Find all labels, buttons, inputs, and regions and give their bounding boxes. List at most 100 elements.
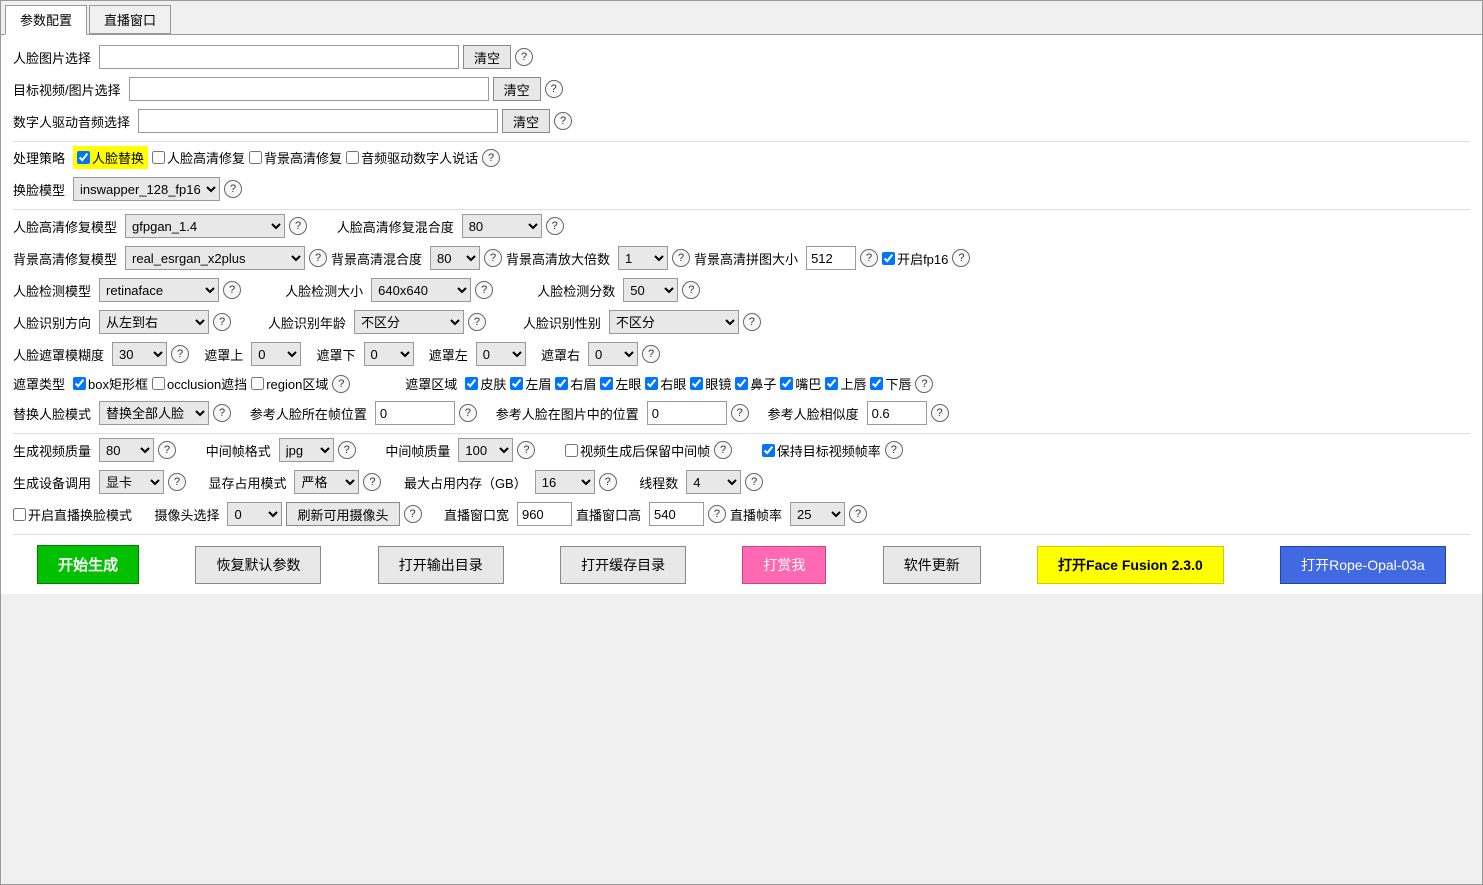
live-fps-select[interactable]: 15253060 (790, 502, 845, 526)
face-gender-select[interactable]: 不区分男女 (609, 310, 739, 334)
nose-checkbox[interactable] (735, 377, 748, 390)
upper-lip-checkbox[interactable] (825, 377, 838, 390)
skin-checkbox[interactable] (465, 377, 478, 390)
target-video-input[interactable] (129, 77, 489, 101)
mask-top-select[interactable]: 051020 (251, 342, 301, 366)
face-gender-help-icon[interactable]: ? (743, 313, 761, 331)
fp16-checkbox-label[interactable]: 开启fp16 (882, 249, 948, 268)
mid-quality-select[interactable]: 8090100 (458, 438, 513, 462)
live-swap-label[interactable]: 开启直播换脸模式 (13, 505, 132, 524)
keep-mid-frames-checkbox[interactable] (565, 444, 578, 457)
mask-right-help-icon[interactable]: ? (642, 345, 660, 363)
vram-mode-select[interactable]: 宽松正常严格 (294, 470, 359, 494)
box-checkbox[interactable] (73, 377, 86, 390)
face-hd-blend-help-icon[interactable]: ? (546, 217, 564, 235)
right-eyebrow-checkbox[interactable] (555, 377, 568, 390)
bg-tile-input[interactable] (806, 246, 856, 270)
box-checkbox-label[interactable]: box矩形框 (73, 374, 148, 393)
tab-params[interactable]: 参数配置 (5, 5, 87, 35)
video-quality-help-icon[interactable]: ? (158, 441, 176, 459)
face-swap-checkbox-label[interactable]: 人脸替换 (73, 146, 148, 169)
mask-blur-help-icon[interactable]: ? (171, 345, 189, 363)
occlusion-checkbox[interactable] (152, 377, 165, 390)
vram-mode-help-icon[interactable]: ? (363, 473, 381, 491)
bg-hd-blend-help-icon[interactable]: ? (484, 249, 502, 267)
start-button[interactable]: 开始生成 (37, 545, 139, 584)
keep-fps-checkbox[interactable] (762, 444, 775, 457)
bg-tile-help-icon[interactable]: ? (860, 249, 878, 267)
bg-hd-model-help-icon[interactable]: ? (309, 249, 327, 267)
fp16-help-icon[interactable]: ? (952, 249, 970, 267)
face-detect-model-select[interactable]: retinafacescrfdyolov8 (99, 278, 219, 302)
face-detect-size-help-icon[interactable]: ? (475, 281, 493, 299)
swap-mode-help-icon[interactable]: ? (213, 404, 231, 422)
face-age-select[interactable]: 不区分儿童青年中年 (354, 310, 464, 334)
face-image-clear-button[interactable]: 清空 (463, 45, 511, 69)
region-checkbox[interactable] (251, 377, 264, 390)
restore-button[interactable]: 恢复默认参数 (195, 546, 321, 584)
keep-fps-help-icon[interactable]: ? (885, 441, 903, 459)
mask-region-help-icon[interactable]: ? (915, 375, 933, 393)
camera-select[interactable]: 012 (227, 502, 282, 526)
face-image-help-icon[interactable]: ? (515, 48, 533, 66)
face-image-input[interactable] (99, 45, 459, 69)
swap-model-help-icon[interactable]: ? (224, 180, 242, 198)
occlusion-checkbox-label[interactable]: occlusion遮挡 (152, 374, 247, 393)
open-cache-button[interactable]: 打开缓存目录 (560, 546, 686, 584)
bg-scale-select[interactable]: 124 (618, 246, 668, 270)
bg-hd-blend-select[interactable]: 60708090 (430, 246, 480, 270)
donate-button[interactable]: 打赏我 (742, 546, 826, 584)
ref-face-img-pos-input[interactable] (647, 401, 727, 425)
strategy-help-icon[interactable]: ? (482, 149, 500, 167)
thread-count-help-icon[interactable]: ? (745, 473, 763, 491)
face-hd-model-help-icon[interactable]: ? (289, 217, 307, 235)
skin-cb-label[interactable]: 皮肤 (465, 374, 506, 393)
device-help-icon[interactable]: ? (168, 473, 186, 491)
live-height-input[interactable] (649, 502, 704, 526)
mask-type-help-icon[interactable]: ? (332, 375, 350, 393)
face-fusion-button[interactable]: 打开Face Fusion 2.3.0 (1037, 546, 1224, 584)
mid-quality-help-icon[interactable]: ? (517, 441, 535, 459)
fp16-checkbox[interactable] (882, 252, 895, 265)
lower-lip-checkbox[interactable] (870, 377, 883, 390)
live-size-help-icon[interactable]: ? (708, 505, 726, 523)
face-detect-score-help-icon[interactable]: ? (682, 281, 700, 299)
face-hd-model-select[interactable]: gfpgan_1.4 codeformer gfpgan_1.3 (125, 214, 285, 238)
mid-frame-format-select[interactable]: jpgpngbmp (279, 438, 334, 462)
face-detect-score-select[interactable]: 3040506070 (623, 278, 678, 302)
live-width-input[interactable] (517, 502, 572, 526)
max-memory-help-icon[interactable]: ? (599, 473, 617, 491)
keep-mid-frames-label[interactable]: 视频生成后保留中间帧 (565, 441, 710, 460)
right-eyebrow-cb-label[interactable]: 右眉 (555, 374, 596, 393)
thread-count-select[interactable]: 1248 (686, 470, 741, 494)
device-select[interactable]: 显卡CPU (99, 470, 164, 494)
glasses-cb-label[interactable]: 眼镜 (690, 374, 731, 393)
mask-blur-select[interactable]: 010203040 (112, 342, 167, 366)
max-memory-select[interactable]: 481632 (535, 470, 595, 494)
right-eye-cb-label[interactable]: 右眼 (645, 374, 686, 393)
ref-face-sim-input[interactable] (867, 401, 927, 425)
face-detect-size-select[interactable]: 320x320480x480640x640 (371, 278, 471, 302)
glasses-checkbox[interactable] (690, 377, 703, 390)
video-quality-select[interactable]: 60708090100 (99, 438, 154, 462)
right-eye-checkbox[interactable] (645, 377, 658, 390)
bg-hd-checkbox[interactable] (249, 151, 262, 164)
face-hd-checkbox-label[interactable]: 人脸高清修复 (152, 148, 245, 167)
live-fps-help-icon[interactable]: ? (849, 505, 867, 523)
swap-mode-select[interactable]: 替换全部人脸替换指定人脸 (99, 401, 209, 425)
left-eye-cb-label[interactable]: 左眼 (600, 374, 641, 393)
mask-bottom-select[interactable]: 0510 (364, 342, 414, 366)
face-direction-select[interactable]: 从左到右从右到左从上到下 (99, 310, 209, 334)
live-swap-checkbox[interactable] (13, 508, 26, 521)
region-checkbox-label[interactable]: region区域 (251, 374, 328, 393)
face-hd-checkbox[interactable] (152, 151, 165, 164)
audio-clear-button[interactable]: 清空 (502, 109, 550, 133)
bg-scale-help-icon[interactable]: ? (672, 249, 690, 267)
face-swap-checkbox[interactable] (77, 151, 90, 164)
audio-input[interactable] (138, 109, 498, 133)
ref-face-pos-help-icon[interactable]: ? (459, 404, 477, 422)
ref-face-img-pos-help-icon[interactable]: ? (731, 404, 749, 422)
mid-frame-format-help-icon[interactable]: ? (338, 441, 356, 459)
open-output-button[interactable]: 打开输出目录 (378, 546, 504, 584)
audio-drive-checkbox-label[interactable]: 音频驱动数字人说话 (346, 148, 478, 167)
